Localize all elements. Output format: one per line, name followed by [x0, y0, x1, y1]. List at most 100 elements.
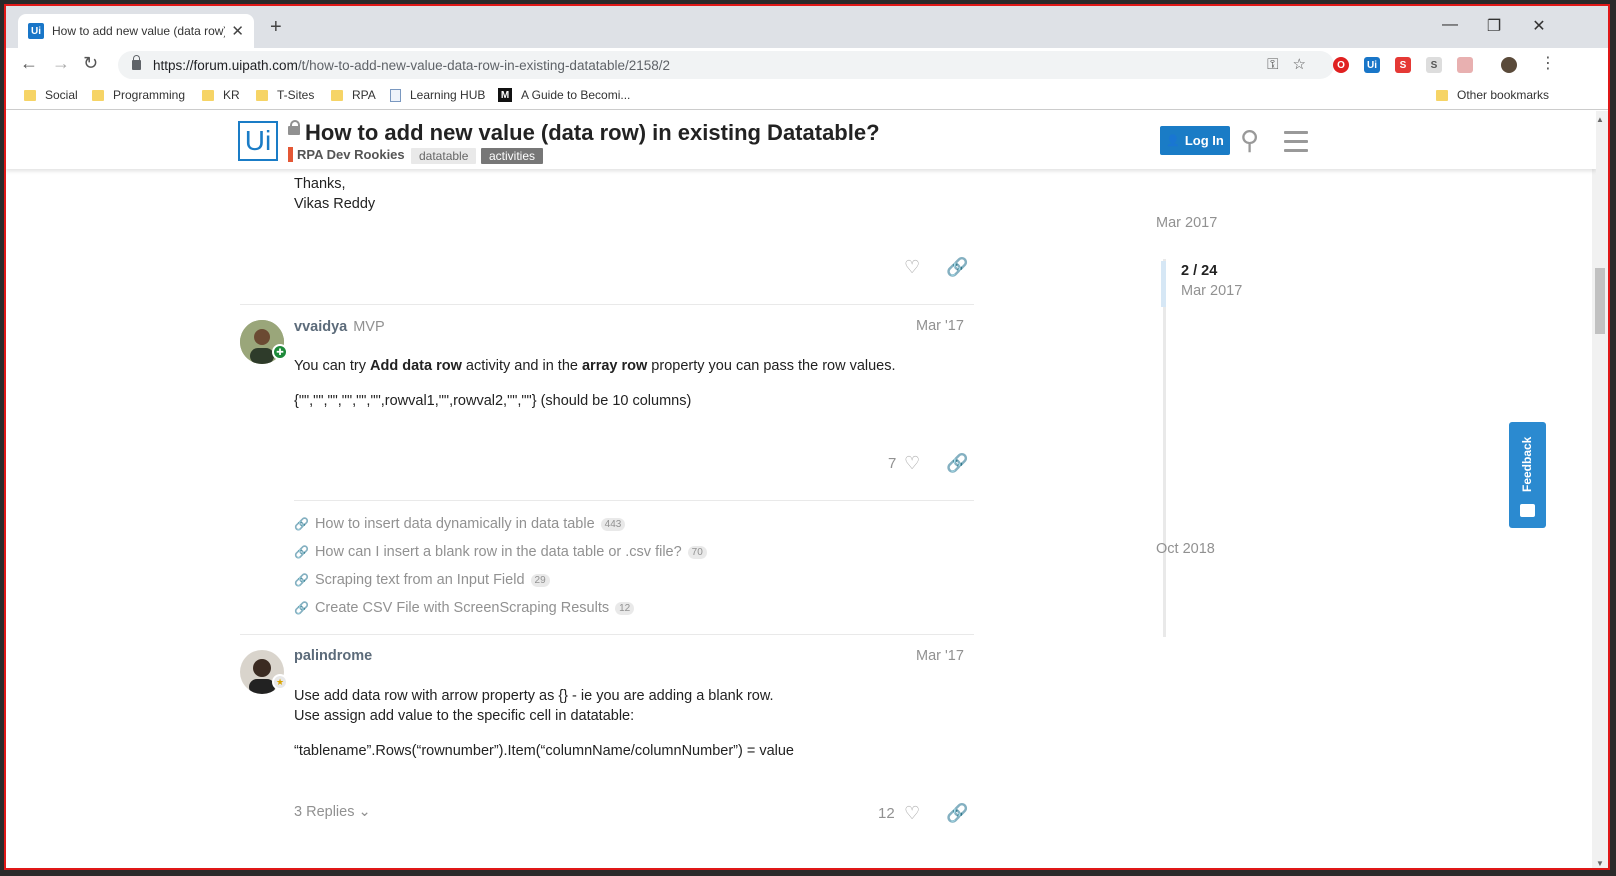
- linked-topic[interactable]: 🔗 How to insert data dynamically in data …: [294, 516, 626, 532]
- bookmark-kr[interactable]: KR: [202, 88, 240, 102]
- page-icon: [390, 88, 401, 102]
- click-count: 29: [530, 573, 550, 587]
- post3-like-count: 12: [878, 805, 895, 822]
- close-tab-icon[interactable]: ✕: [231, 22, 244, 40]
- browser-toolbar: ← → ↻ https://forum.uipath.com/t/how-to-…: [6, 48, 1608, 82]
- folder-icon: [92, 89, 104, 101]
- s-extension-icon[interactable]: S: [1395, 57, 1411, 73]
- bookmark-medium-guide[interactable]: MA Guide to Becomi...: [498, 88, 630, 102]
- uipath-extension-icon[interactable]: Ui: [1364, 57, 1380, 73]
- link-icon: 🔗: [294, 573, 309, 587]
- click-count: 443: [600, 517, 626, 531]
- post3-author[interactable]: palindrome: [294, 648, 372, 664]
- bookmark-social[interactable]: Social: [24, 88, 78, 102]
- topic-title[interactable]: How to add new value (data row) in exist…: [305, 120, 880, 146]
- folder-icon: [202, 89, 214, 101]
- opera-extension-icon[interactable]: O: [1333, 57, 1349, 73]
- click-count: 70: [687, 545, 707, 559]
- post2-like-count: 7: [888, 455, 897, 472]
- post2-date[interactable]: Mar '17: [916, 318, 964, 334]
- folder-icon: [256, 89, 268, 101]
- feedback-tab[interactable]: Feedback: [1509, 422, 1546, 528]
- page-scrollbar[interactable]: ▲ ▼: [1592, 111, 1608, 868]
- scroll-up-icon[interactable]: ▲: [1596, 115, 1604, 124]
- timeline-handle[interactable]: [1161, 261, 1166, 307]
- folder-icon: [24, 89, 36, 101]
- folder-icon: [1436, 89, 1448, 101]
- links-divider: [294, 500, 974, 501]
- folder-icon: [331, 89, 343, 101]
- share-link-icon[interactable]: 🔗: [946, 257, 968, 278]
- timeline-position: 2 / 24: [1181, 263, 1218, 279]
- profile-avatar[interactable]: [1501, 57, 1517, 73]
- linked-topic[interactable]: 🔗 Create CSV File with ScreenScraping Res…: [294, 600, 635, 616]
- address-bar[interactable]: https://forum.uipath.com/t/how-to-add-ne…: [118, 51, 1334, 79]
- linked-topic[interactable]: 🔗 How can I insert a blank row in the dat…: [294, 544, 707, 560]
- like-icon[interactable]: ♡: [904, 453, 920, 474]
- share-link-icon[interactable]: 🔗: [946, 803, 968, 824]
- link-icon: 🔗: [294, 545, 309, 559]
- timeline-track[interactable]: [1163, 259, 1166, 637]
- scroll-down-icon[interactable]: ▼: [1596, 859, 1604, 868]
- post3-body: Use add data row with arrow property as …: [294, 688, 774, 724]
- tag-datatable[interactable]: datatable: [411, 148, 477, 164]
- bookmark-programming[interactable]: Programming: [92, 88, 185, 102]
- click-count: 12: [615, 601, 635, 615]
- post3-code: “tablename”.Rows(“rownumber”).Item(“colu…: [294, 743, 794, 759]
- menu-dots-icon[interactable]: ⋮: [1540, 53, 1556, 73]
- back-icon[interactable]: ←: [20, 53, 38, 74]
- star-badge-icon[interactable]: ★: [272, 674, 288, 690]
- forward-icon[interactable]: →: [52, 53, 70, 74]
- uipath-favicon-icon: Ui: [28, 23, 44, 39]
- post3-date[interactable]: Mar '17: [916, 648, 964, 664]
- login-button[interactable]: 👤 Log In: [1160, 126, 1230, 155]
- hamburger-menu-icon[interactable]: [1284, 131, 1308, 152]
- s-grey-extension-icon[interactable]: S: [1426, 57, 1442, 73]
- browser-tab[interactable]: Ui How to add new value (data row) in ex…: [18, 14, 254, 48]
- like-icon[interactable]: ♡: [904, 803, 920, 824]
- post2-code: {"","","","","","",rowval1,"",rowval2,""…: [294, 393, 692, 409]
- other-bookmarks[interactable]: Other bookmarks: [1436, 88, 1549, 102]
- new-tab-icon[interactable]: +: [270, 16, 282, 39]
- chevron-down-icon: ⌄: [358, 804, 371, 820]
- like-icon[interactable]: ♡: [904, 257, 920, 278]
- reload-icon[interactable]: ↻: [83, 53, 98, 74]
- forum-page: Ui How to add new value (data row) in ex…: [6, 111, 1596, 868]
- post-divider: [240, 304, 974, 305]
- share-link-icon[interactable]: 🔗: [946, 453, 968, 474]
- topic-header: Ui How to add new value (data row) in ex…: [6, 111, 1596, 169]
- restore-icon[interactable]: ❐: [1484, 16, 1504, 36]
- tab-title: How to add new value (data row) in exist…: [52, 24, 226, 38]
- url-path: /t/how-to-add-new-value-data-row-in-exis…: [297, 57, 671, 73]
- feedback-label: Feedback: [1520, 436, 1534, 492]
- browser-window: Ui How to add new value (data row) in ex…: [4, 4, 1610, 870]
- uipath-logo[interactable]: Ui: [238, 121, 278, 161]
- post2-author[interactable]: vvaidya: [294, 319, 347, 335]
- chat-icon: [1520, 504, 1535, 517]
- closed-lock-icon: [288, 120, 300, 135]
- timeline-position-date: Mar 2017: [1181, 283, 1243, 299]
- timeline-end-date[interactable]: Oct 2018: [1156, 541, 1215, 557]
- minimize-icon[interactable]: —: [1440, 16, 1460, 34]
- tab-strip: Ui How to add new value (data row) in ex…: [6, 6, 1608, 48]
- cast-extension-icon[interactable]: [1457, 57, 1473, 73]
- bookmark-learning-hub[interactable]: Learning HUB: [390, 88, 485, 102]
- replies-toggle[interactable]: 3 Replies ⌄: [294, 804, 371, 820]
- close-window-icon[interactable]: ✕: [1529, 16, 1549, 36]
- lock-icon: [132, 55, 141, 70]
- medium-icon: M: [498, 88, 512, 102]
- scroll-thumb[interactable]: [1595, 268, 1605, 334]
- url-host: https://forum.uipath.com: [153, 57, 298, 73]
- bookmark-rpa[interactable]: RPA: [331, 88, 376, 102]
- key-and-star-icons[interactable]: ⚿☆: [1267, 55, 1320, 73]
- post2-author-line: vvaidya MVP: [294, 318, 385, 336]
- search-icon[interactable]: ⚲: [1240, 125, 1259, 156]
- timeline-start-date[interactable]: Mar 2017: [1156, 215, 1217, 231]
- bookmark-t-sites[interactable]: T-Sites: [256, 88, 314, 102]
- link-icon: 🔗: [294, 601, 309, 615]
- linked-topic[interactable]: 🔗 Scraping text from an Input Field 29: [294, 572, 550, 588]
- category-color-bar: [288, 147, 293, 162]
- category-badge[interactable]: RPA Dev Rookies: [288, 147, 405, 162]
- mvp-badge-icon[interactable]: ✚: [272, 344, 288, 360]
- tag-activities[interactable]: activities: [481, 148, 544, 164]
